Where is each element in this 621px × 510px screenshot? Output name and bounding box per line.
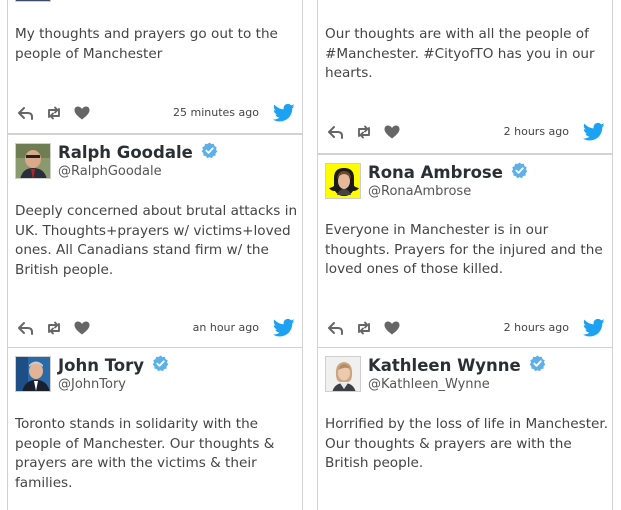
retweet-icon[interactable] <box>355 319 373 337</box>
tweet-actions: 25 minutes ago <box>15 103 295 124</box>
tweet-header: John Tory @JohnTory <box>15 355 295 392</box>
tweet-text: Deeply concerned about brutal attacks in… <box>15 203 298 278</box>
tweet-timestamp[interactable]: 2 hours ago <box>504 321 569 334</box>
reply-icon[interactable] <box>17 104 35 122</box>
author-name-row: John Tory <box>58 355 169 375</box>
author-name-row: Kathleen Wynne <box>368 355 546 375</box>
reply-icon[interactable] <box>17 319 35 337</box>
author-name[interactable]: Ralph Goodale <box>58 143 193 162</box>
tweet-header: Ralph Goodale @RalphGoodale <box>15 142 295 179</box>
tweet-card: My thoughts and prayers go out to the pe… <box>7 0 303 134</box>
like-icon[interactable] <box>73 104 91 122</box>
twitter-bird-icon[interactable] <box>582 318 605 338</box>
avatar[interactable] <box>15 143 51 179</box>
verified-badge-icon <box>152 355 169 372</box>
tweet-card: Kathleen Wynne @Kathleen_Wynne Horrified… <box>317 347 613 510</box>
tweet-header: Kathleen Wynne @Kathleen_Wynne <box>325 355 605 392</box>
author-name[interactable]: John Tory <box>58 356 144 375</box>
verified-badge-icon <box>529 355 546 372</box>
like-icon[interactable] <box>383 319 401 337</box>
twitter-bird-icon[interactable] <box>272 103 295 123</box>
tweet-actions: 2 hours ago <box>325 122 605 143</box>
author-name[interactable]: Kathleen Wynne <box>368 356 521 375</box>
tweet-timestamp[interactable]: an hour ago <box>193 321 259 334</box>
tweet-actions: an hour ago <box>15 318 295 339</box>
tweet-card: Rona Ambrose @RonaAmbrose Everyone in Ma… <box>317 154 613 348</box>
author-handle[interactable]: @JohnTory <box>58 377 126 392</box>
author-handle[interactable]: @RonaAmbrose <box>368 184 471 199</box>
tweet-text: My thoughts and prayers go out to the pe… <box>15 26 278 62</box>
avatar[interactable] <box>325 163 361 199</box>
author-name-row: Rona Ambrose <box>368 162 528 182</box>
tweet-card: Ralph Goodale @RalphGoodale Deeply conce… <box>7 134 303 348</box>
tweet-timestamp[interactable]: 25 minutes ago <box>173 106 259 119</box>
verified-badge-icon <box>511 162 528 179</box>
like-icon[interactable] <box>383 123 401 141</box>
tweet-card: John Tory @JohnTory Toronto stands in so… <box>7 347 303 510</box>
avatar <box>325 0 361 2</box>
author-name-row: Ralph Goodale <box>58 142 218 162</box>
tweet-text: Everyone in Manchester is in our thought… <box>325 222 603 278</box>
twitter-bird-icon[interactable] <box>582 122 605 142</box>
retweet-icon[interactable] <box>45 104 63 122</box>
retweet-icon[interactable] <box>355 123 373 141</box>
avatar[interactable] <box>325 356 361 392</box>
avatar[interactable] <box>15 356 51 392</box>
reply-icon[interactable] <box>327 319 345 337</box>
tweet-text: Our thoughts are with all the people of … <box>325 26 595 82</box>
twitter-bird-icon[interactable] <box>272 318 295 338</box>
tweet-text: Horrified by the loss of life in Manches… <box>325 416 609 472</box>
tweet-actions: 2 hours ago <box>325 318 605 339</box>
tweet-header: Rona Ambrose @RonaAmbrose <box>325 162 605 199</box>
avatar <box>15 0 51 2</box>
tweet-card: Our thoughts are with all the people of … <box>317 0 613 154</box>
retweet-icon[interactable] <box>45 319 63 337</box>
tweet-timestamp[interactable]: 2 hours ago <box>504 125 569 138</box>
tweet-text: Toronto stands in solidarity with the pe… <box>15 416 275 491</box>
author-handle[interactable]: @RalphGoodale <box>58 164 162 179</box>
verified-badge-icon <box>201 142 218 159</box>
verified-badge-icon <box>371 0 383 1</box>
author-name[interactable]: Rona Ambrose <box>368 163 503 182</box>
author-handle[interactable]: @Kathleen_Wynne <box>368 377 490 392</box>
reply-icon[interactable] <box>327 123 345 141</box>
like-icon[interactable] <box>73 319 91 337</box>
